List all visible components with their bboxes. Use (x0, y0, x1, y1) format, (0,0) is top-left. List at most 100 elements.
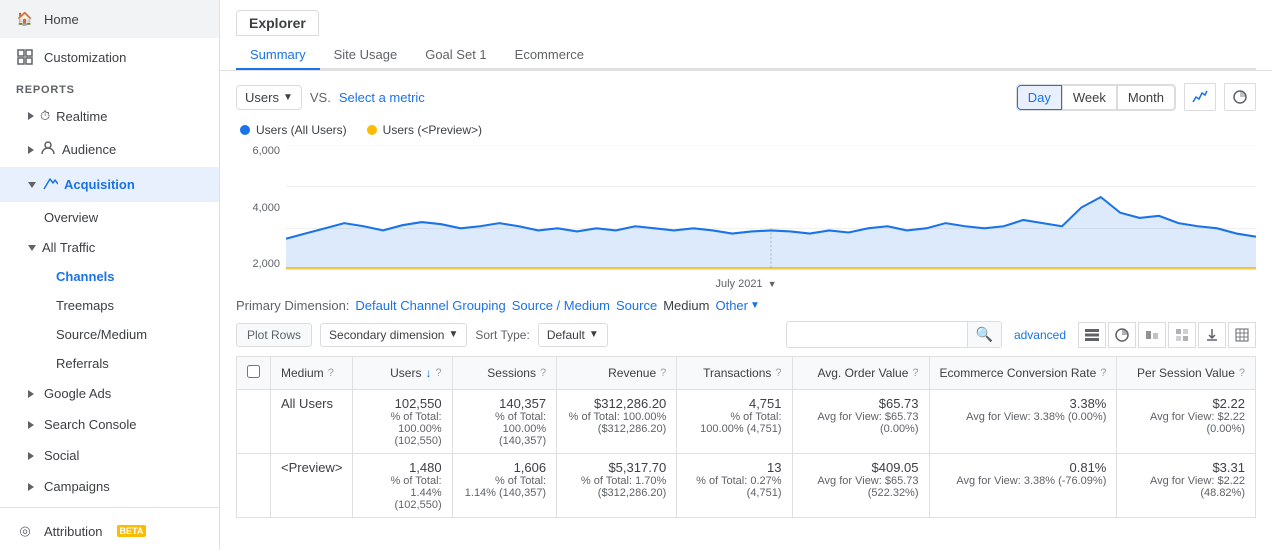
sidebar: 🏠 Home Customization REPORTS ⏱ Realtime … (0, 0, 220, 550)
download-view-icon[interactable] (1198, 322, 1226, 348)
home-icon: 🏠 (16, 10, 34, 28)
search-box: 🔍 (786, 321, 1002, 348)
row-users-preview: 1,480 % of Total: 1.44% (102,550) (353, 454, 452, 518)
select-metric-link[interactable]: Select a metric (339, 90, 425, 105)
dim-other[interactable]: Other ▼ (715, 298, 759, 313)
sidebar-item-realtime[interactable]: ⏱ Realtime (0, 100, 219, 132)
attribution-icon: ◎ (16, 522, 34, 540)
table-row: <Preview> 1,480 % of Total: 1.44% (102,5… (237, 454, 1256, 518)
sidebar-item-customization[interactable]: Customization (0, 38, 219, 76)
dim-default-channel[interactable]: Default Channel Grouping (355, 298, 505, 313)
ecommerce-rate-help-icon: ? (1100, 367, 1106, 379)
row-revenue-preview: $5,317.70 % of Total: 1.70% ($312,286.20… (557, 454, 677, 518)
main-content: Explorer Summary Site Usage Goal Set 1 E… (220, 0, 1272, 550)
th-revenue: Revenue ? (557, 357, 677, 390)
realtime-icon: ⏱ (40, 108, 50, 124)
view-icons (1078, 322, 1256, 348)
sidebar-item-search-console[interactable]: Search Console (0, 409, 219, 440)
sidebar-item-social[interactable]: Social (0, 440, 219, 471)
grid-view-icon[interactable] (1228, 322, 1256, 348)
secondary-dimension-button[interactable]: Secondary dimension ▼ (320, 323, 467, 347)
other-dropdown-icon: ▼ (750, 300, 760, 311)
collapse-icon (28, 182, 36, 188)
tab-site-usage[interactable]: Site Usage (320, 41, 412, 70)
expand-icon (28, 146, 34, 154)
acquisition-icon (42, 175, 58, 194)
sort-dropdown-arrow: ▼ (589, 329, 599, 340)
revenue-help-icon: ? (660, 367, 666, 379)
pivot-view-icon[interactable] (1168, 322, 1196, 348)
table-row: All Users 102,550 % of Total: 100.00% (1… (237, 390, 1256, 454)
expand-icon (28, 483, 34, 491)
per-session-help-icon: ? (1239, 367, 1245, 379)
sidebar-item-attribution[interactable]: ◎ Attribution BETA (0, 512, 219, 550)
sidebar-item-referrals[interactable]: Referrals (0, 349, 219, 378)
tab-ecommerce[interactable]: Ecommerce (501, 41, 598, 70)
chart-dropdown-icon[interactable]: ▼ (768, 279, 777, 289)
metric-dropdown[interactable]: Users ▼ (236, 85, 302, 110)
explorer-header: Explorer Summary Site Usage Goal Set 1 E… (220, 0, 1272, 71)
th-users: Users ↓ ? (353, 357, 452, 390)
content-area: Users ▼ VS. Select a metric Day Week Mon… (220, 71, 1272, 550)
legend-item-preview: Users (<Preview>) (367, 123, 482, 137)
plot-rows-button[interactable]: Plot Rows (236, 323, 312, 347)
row-revenue-all-users: $312,286.20 % of Total: 100.00% ($312,28… (557, 390, 677, 454)
explorer-title: Explorer (236, 10, 319, 36)
select-all-checkbox[interactable] (247, 365, 260, 378)
th-checkbox (237, 357, 271, 390)
line-chart-icon[interactable] (1184, 83, 1216, 111)
search-input[interactable] (787, 324, 967, 346)
row-sessions-all-users: 140,357 % of Total: 100.00% (140,357) (452, 390, 557, 454)
data-table: Medium ? Users ↓ ? Sessions (236, 356, 1256, 518)
table-view-icon[interactable] (1078, 322, 1106, 348)
expand-icon (28, 390, 34, 398)
legend-item-all-users: Users (All Users) (240, 123, 347, 137)
th-avg-order: Avg. Order Value ? (792, 357, 929, 390)
chart-y-labels: 6,000 4,000 2,000 (236, 145, 286, 270)
sidebar-item-channels[interactable]: Channels (0, 262, 219, 291)
dim-source[interactable]: Source (616, 298, 657, 313)
row-checkbox (237, 390, 271, 454)
legend-dot-preview (367, 125, 377, 135)
th-transactions: Transactions ? (677, 357, 792, 390)
sidebar-item-all-traffic[interactable]: All Traffic (0, 233, 219, 262)
chart-x-label: July 2021 ▼ (715, 278, 776, 290)
avg-order-help-icon: ? (912, 367, 918, 379)
row-sessions-preview: 1,606 % of Total: 1.14% (140,357) (452, 454, 557, 518)
reports-section-label: REPORTS (0, 76, 219, 100)
row-users-all-users: 102,550 % of Total: 100.00% (102,550) (353, 390, 452, 454)
chart-legend: Users (All Users) Users (<Preview>) (236, 123, 1256, 137)
dim-source-medium[interactable]: Source / Medium (512, 298, 610, 313)
th-per-session: Per Session Value ? (1117, 357, 1256, 390)
time-btn-day[interactable]: Day (1017, 85, 1062, 110)
row-checkbox (237, 454, 271, 518)
compare-view-icon[interactable] (1138, 322, 1166, 348)
sidebar-item-audience[interactable]: Audience (0, 132, 219, 167)
sidebar-item-source-medium[interactable]: Source/Medium (0, 320, 219, 349)
sort-type-dropdown[interactable]: Default ▼ (538, 323, 608, 347)
th-sessions: Sessions ? (452, 357, 557, 390)
sidebar-item-treemaps[interactable]: Treemaps (0, 291, 219, 320)
secondary-dim-arrow: ▼ (448, 329, 458, 340)
pie-view-icon[interactable] (1108, 322, 1136, 348)
advanced-link[interactable]: advanced (1014, 328, 1066, 342)
row-avg-order-all-users: $65.73 Avg for View: $65.73 (0.00%) (792, 390, 929, 454)
row-per-session-all-users: $2.22 Avg for View: $2.22 (0.00%) (1117, 390, 1256, 454)
time-btn-week[interactable]: Week (1062, 85, 1117, 110)
chart-svg (286, 145, 1256, 270)
th-medium: Medium ? (271, 357, 353, 390)
audience-icon (40, 140, 56, 159)
tab-summary[interactable]: Summary (236, 41, 320, 70)
sidebar-item-campaigns[interactable]: Campaigns (0, 471, 219, 502)
row-per-session-preview: $3.31 Avg for View: $2.22 (48.82%) (1117, 454, 1256, 518)
sidebar-item-acquisition[interactable]: Acquisition (0, 167, 219, 202)
search-button[interactable]: 🔍 (967, 322, 1001, 347)
pie-chart-icon[interactable] (1224, 83, 1256, 111)
sidebar-item-overview[interactable]: Overview (0, 202, 219, 233)
tab-goal-set-1[interactable]: Goal Set 1 (411, 41, 500, 70)
sidebar-item-home[interactable]: 🏠 Home (0, 0, 219, 38)
sidebar-item-google-ads[interactable]: Google Ads (0, 378, 219, 409)
row-medium-preview: <Preview> (271, 454, 353, 518)
time-btn-month[interactable]: Month (1117, 85, 1175, 110)
row-transactions-preview: 13 % of Total: 0.27% (4,751) (677, 454, 792, 518)
